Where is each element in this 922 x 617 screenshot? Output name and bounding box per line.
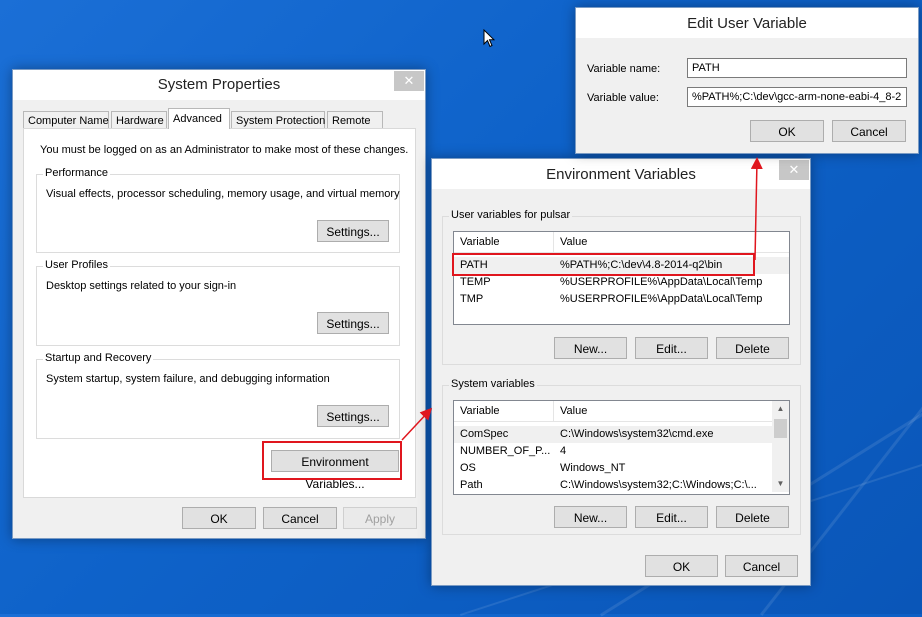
- annotation-arrows: [401, 157, 763, 441]
- arrow-to-environment-variables-window: [401, 407, 433, 441]
- arrow-to-edit-user-variable-window: [750, 157, 763, 261]
- tab-advanced[interactable]: Advanced: [168, 108, 230, 129]
